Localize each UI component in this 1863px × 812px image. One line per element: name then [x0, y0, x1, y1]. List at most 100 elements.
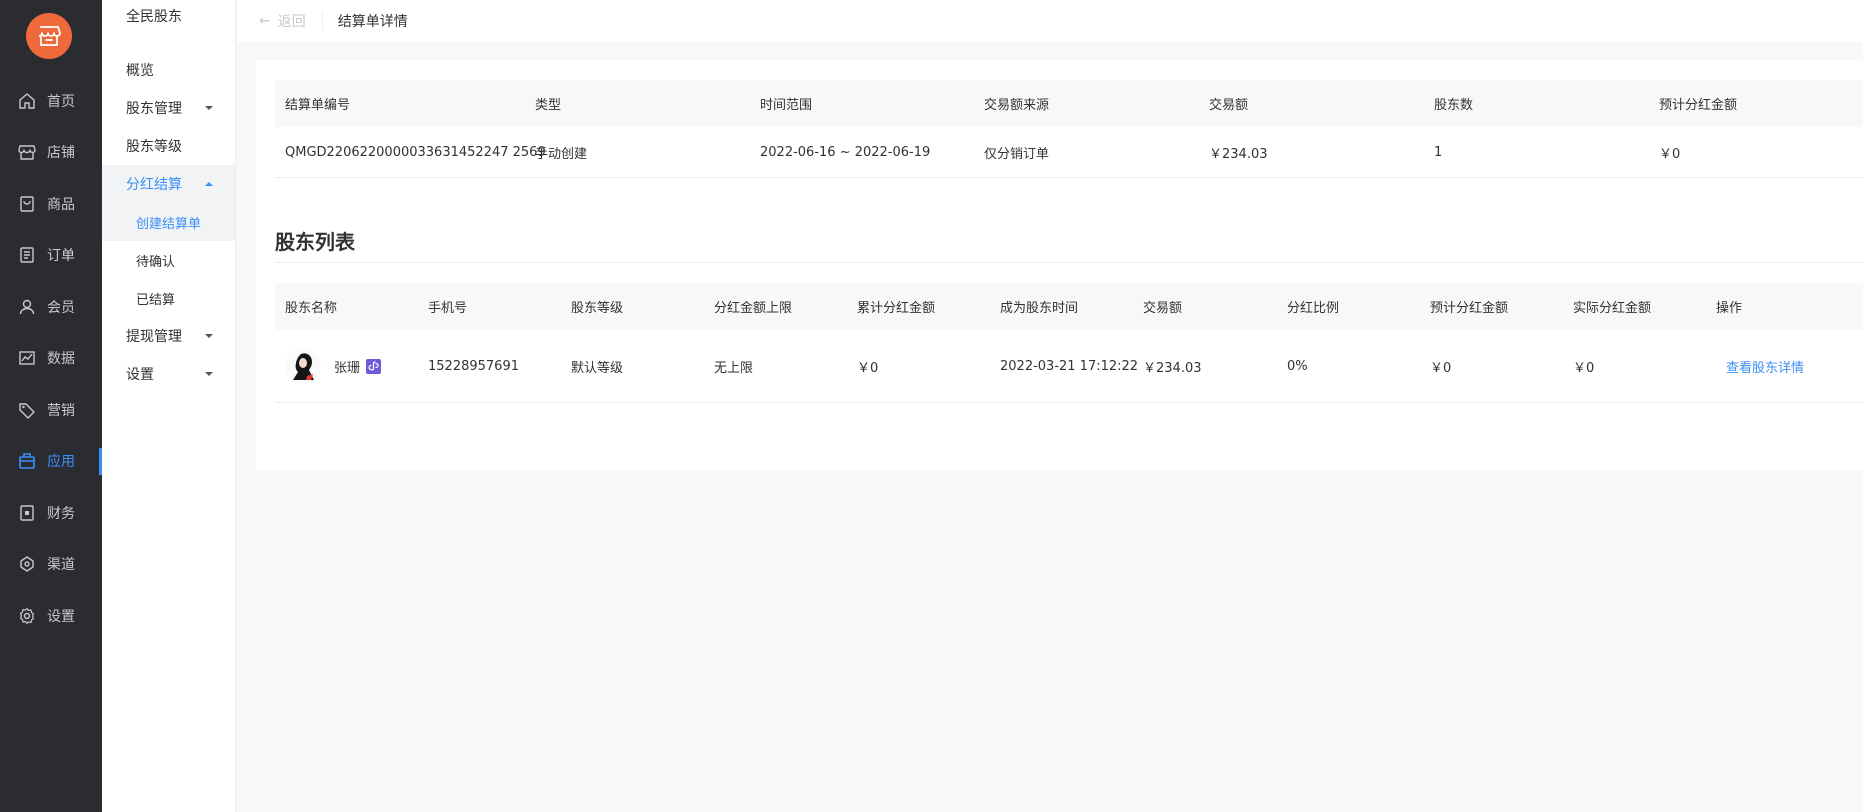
- list-header-cell: 成为股东时间: [1000, 301, 1079, 316]
- channel-icon: [18, 555, 36, 573]
- nav-item-label: 数据: [47, 351, 75, 367]
- settlement-number: QMGD2206220000033631452247 2569: [285, 144, 546, 160]
- nav2-sub-create[interactable]: 创建结算单: [102, 203, 235, 241]
- nav-item-5[interactable]: 数据: [0, 333, 102, 384]
- nav2-item-settings[interactable]: 设置: [102, 355, 235, 393]
- summary-table: 结算单编号 类型 时间范围 交易额来源 交易额 股东数 预计分红金额 QMGD2…: [275, 80, 1863, 178]
- nav-item-0[interactable]: 首页: [0, 75, 102, 126]
- arrow-left-icon: ←: [259, 13, 271, 29]
- summary-table-header: 结算单编号 类型 时间范围 交易额来源 交易额 股东数 预计分红金额: [275, 80, 1863, 127]
- level: 默认等级: [571, 360, 624, 376]
- nav-item-label: 应用: [47, 454, 75, 470]
- nav2-label: 提现管理: [126, 329, 182, 345]
- apps-icon: [18, 452, 36, 470]
- nav-item-9[interactable]: 渠道: [0, 539, 102, 590]
- nav2-label: 股东管理: [126, 101, 182, 117]
- shareholder-table: 股东名称 手机号 股东等级 分红金额上限 累计分红金额 成为股东时间 交易额 分…: [275, 283, 1863, 403]
- nav2-title: 全民股东: [126, 9, 182, 25]
- nav2-sub-pending[interactable]: 待确认: [102, 241, 235, 279]
- list-header-cell: 手机号: [428, 301, 468, 316]
- phone: 15228957691: [428, 358, 519, 374]
- summary-header-cell: 交易额: [1209, 98, 1249, 113]
- nav2-item-dividend[interactable]: 分红结算: [102, 165, 235, 203]
- nav2-item-shareholder-mgmt[interactable]: 股东管理: [102, 89, 235, 127]
- nav-item-3[interactable]: 订单: [0, 230, 102, 281]
- nav2-sub-settled[interactable]: 已结算: [102, 279, 235, 317]
- page-title: 结算单详情: [337, 14, 408, 30]
- nav-item-7[interactable]: 应用: [0, 436, 102, 487]
- nav2-item-overview[interactable]: 概览: [102, 51, 235, 89]
- nav-item-label: 渠道: [47, 557, 75, 573]
- store-icon: [18, 143, 36, 161]
- summary-header-cell: 交易额来源: [984, 98, 1050, 113]
- shareholder-name: 张珊: [334, 360, 361, 376]
- shareholder-name-cell: 张珊: [285, 330, 382, 402]
- summary-header-cell: 时间范围: [760, 98, 813, 113]
- caret-up-icon: [205, 182, 213, 186]
- nav-item-label: 设置: [47, 608, 75, 625]
- nav2-item-shareholder-level[interactable]: 股东等级: [102, 127, 235, 165]
- list-header-cell: 操作: [1716, 301, 1743, 316]
- mini-program-icon: [366, 358, 382, 374]
- chart-icon: [18, 349, 36, 367]
- settlement-detail-card: 结算单编号 类型 时间范围 交易额来源 交易额 股东数 预计分红金额 QMGD2…: [256, 60, 1863, 470]
- list-header-cell: 交易额: [1143, 301, 1183, 316]
- settlement-type: 手动创建: [535, 146, 588, 162]
- summary-header-cell: 预计分红金额: [1659, 98, 1738, 113]
- estimated-dividend: ￥0: [1430, 360, 1452, 376]
- finance-icon: [18, 504, 36, 522]
- dividend-ratio: 0%: [1287, 358, 1308, 374]
- nav2-label: 概览: [126, 63, 154, 79]
- back-button[interactable]: ← 返回: [259, 11, 306, 31]
- summary-header-cell: 类型: [535, 98, 562, 113]
- gear-icon: [18, 607, 36, 625]
- header-divider: [321, 12, 323, 30]
- nav2-item-withdraw[interactable]: 提现管理: [102, 317, 235, 355]
- nav-item-4[interactable]: 会员: [0, 281, 102, 332]
- summary-header-cell: 结算单编号: [285, 98, 351, 113]
- joined-time: 2022-03-21 17:12:22: [1000, 358, 1139, 374]
- list-header-cell: 股东等级: [571, 301, 624, 316]
- nav-item-8[interactable]: 财务: [0, 487, 102, 538]
- nav-item-label: 首页: [47, 93, 75, 110]
- shareholder-count: 1: [1434, 144, 1443, 160]
- tag-icon: [18, 401, 36, 419]
- actual-dividend: ￥0: [1573, 360, 1595, 376]
- nav-item-10[interactable]: 设置: [0, 590, 102, 641]
- summary-table-row: QMGD2206220000033631452247 2569 手动创建 202…: [275, 127, 1863, 178]
- nav-item-label: 营销: [47, 402, 75, 419]
- home-icon: [18, 92, 36, 110]
- page-header: ← 返回 结算单详情: [237, 0, 1863, 42]
- time-range: 2022-06-16 ~ 2022-06-19: [760, 144, 931, 160]
- trade-amount: ￥234.03: [1209, 146, 1268, 162]
- nav-item-label: 财务: [47, 505, 75, 522]
- order-icon: [18, 246, 36, 264]
- nav-item-label: 订单: [47, 248, 75, 264]
- list-header-cell: 累计分红金额: [857, 301, 936, 316]
- nav-item-2[interactable]: 商品: [0, 178, 102, 229]
- back-label: 返回: [277, 14, 306, 30]
- nav-item-6[interactable]: 营销: [0, 384, 102, 435]
- avatar: [285, 348, 321, 384]
- list-header-cell: 分红比例: [1287, 301, 1340, 316]
- nav2-label: 股东等级: [126, 139, 182, 155]
- nav-item-label: 会员: [47, 299, 75, 316]
- shareholder-table-header: 股东名称 手机号 股东等级 分红金额上限 累计分红金额 成为股东时间 交易额 分…: [275, 283, 1863, 330]
- estimated-dividend: ￥0: [1659, 146, 1681, 162]
- section-title: 股东列表: [275, 230, 355, 254]
- goods-icon: [18, 195, 36, 213]
- nav-item-1[interactable]: 店铺: [0, 127, 102, 178]
- trade-amount: ￥234.03: [1143, 360, 1202, 376]
- list-header-cell: 实际分红金额: [1573, 301, 1652, 316]
- dividend-cap: 无上限: [714, 360, 754, 376]
- table-row: 张珊 15228957691 默认等级 无上限 ￥0 2022-03-21 17…: [275, 330, 1863, 403]
- store-logo-icon[interactable]: [26, 13, 72, 59]
- caret-down-icon: [205, 372, 213, 376]
- amount-source: 仅分销订单: [984, 146, 1050, 162]
- nav2-label: 设置: [126, 367, 154, 383]
- primary-nav: 首页店铺 商品订单会员数据营销应用财务渠道设置: [0, 0, 102, 812]
- nav2-label: 分红结算: [126, 177, 182, 193]
- caret-down-icon: [205, 334, 213, 338]
- list-header-cell: 预计分红金额: [1430, 301, 1509, 316]
- view-shareholder-link[interactable]: 查看股东详情: [1726, 330, 1804, 402]
